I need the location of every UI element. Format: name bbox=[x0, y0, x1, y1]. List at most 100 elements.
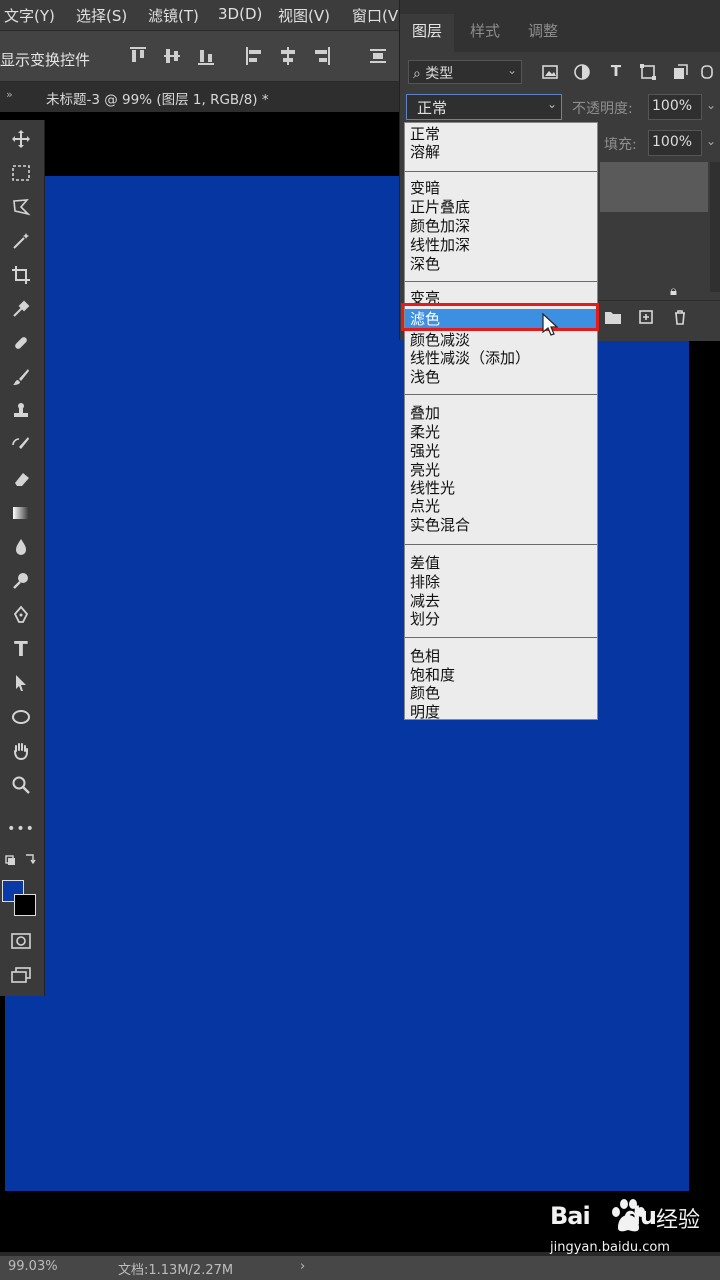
blend-option-hard-mix[interactable]: 实色混合 bbox=[410, 516, 470, 534]
quick-mask-icon[interactable] bbox=[4, 926, 38, 956]
shape-icon[interactable] bbox=[638, 62, 658, 82]
chevron-down-icon[interactable]: ⌄ bbox=[706, 134, 716, 148]
blend-option-subtract[interactable]: 减去 bbox=[410, 592, 440, 610]
layer-filter-select[interactable]: ⌕ 类型 ⌄ bbox=[408, 60, 522, 84]
align-right-icon[interactable] bbox=[312, 45, 332, 67]
swap-colors-icon[interactable] bbox=[4, 850, 38, 870]
lasso-tool-icon[interactable] bbox=[4, 192, 38, 222]
zoom-tool-icon[interactable] bbox=[4, 770, 38, 800]
magic-wand-tool-icon[interactable] bbox=[4, 226, 38, 256]
eyedropper-tool-icon[interactable] bbox=[4, 294, 38, 324]
chevron-down-icon: ⌄ bbox=[506, 63, 517, 77]
type-tool-icon[interactable]: T bbox=[4, 634, 38, 664]
tab-adjustments[interactable]: 调整 bbox=[516, 14, 570, 52]
blend-option-normal[interactable]: 正常 bbox=[410, 125, 440, 143]
align-left-icon[interactable] bbox=[244, 45, 264, 67]
show-transform-controls-label[interactable]: 显示变换控件 bbox=[0, 49, 90, 70]
menu-text[interactable]: 文字(Y) bbox=[4, 5, 55, 26]
align-bottom-icon[interactable] bbox=[196, 45, 216, 67]
blend-option-vivid-light[interactable]: 亮光 bbox=[410, 461, 440, 479]
chevron-down-icon[interactable]: ⌄ bbox=[706, 98, 716, 112]
menu-filter[interactable]: 滤镜(T) bbox=[148, 5, 199, 26]
adjust-icon[interactable] bbox=[572, 62, 592, 82]
trash-icon[interactable] bbox=[672, 309, 688, 325]
clone-stamp-tool-icon[interactable] bbox=[4, 396, 38, 426]
blend-option-dissolve[interactable]: 溶解 bbox=[410, 143, 440, 161]
ellipse-tool-icon[interactable] bbox=[4, 702, 38, 732]
opacity-input[interactable]: 100% bbox=[648, 94, 702, 120]
blend-option-darken[interactable]: 变暗 bbox=[410, 179, 440, 197]
blend-mode-dropdown: 正常 溶解 变暗 正片叠底 颜色加深 线性加深 深色 变亮 滤色 颜色减淡 线性… bbox=[404, 122, 598, 721]
opacity-label: 不透明度: bbox=[572, 101, 633, 117]
blend-option-luminosity[interactable]: 明度 bbox=[410, 703, 440, 721]
blend-option-hue[interactable]: 色相 bbox=[410, 647, 440, 665]
tab-layers[interactable]: 图层 bbox=[400, 14, 455, 52]
type-icon[interactable]: T bbox=[606, 62, 626, 82]
gradient-tool-icon[interactable] bbox=[4, 498, 38, 528]
image-icon[interactable] bbox=[540, 62, 560, 82]
smart-object-icon[interactable] bbox=[670, 62, 690, 82]
blend-option-color-burn[interactable]: 颜色加深 bbox=[410, 217, 470, 235]
align-top-icon[interactable] bbox=[128, 45, 148, 67]
fill-label: 填充: bbox=[604, 137, 637, 153]
tab-styles[interactable]: 样式 bbox=[458, 14, 512, 52]
document-size-info: 文档:1.13M/2.27M bbox=[118, 1263, 234, 1278]
chevron-down-icon: ⌄ bbox=[546, 97, 557, 111]
menu-view[interactable]: 视图(V) bbox=[278, 5, 330, 26]
align-hcenter-icon[interactable] bbox=[278, 45, 298, 67]
healing-brush-tool-icon[interactable] bbox=[4, 328, 38, 358]
marquee-tool-icon[interactable] bbox=[4, 158, 38, 188]
zoom-level[interactable]: 99.03% bbox=[8, 1259, 58, 1274]
hand-tool-icon[interactable] bbox=[4, 736, 38, 766]
filter-label: 类型 bbox=[425, 66, 454, 82]
status-arrow-icon[interactable]: › bbox=[300, 1259, 305, 1274]
blend-option-linear-light[interactable]: 线性光 bbox=[410, 479, 455, 497]
blur-tool-icon[interactable] bbox=[4, 532, 38, 562]
background-color-swatch[interactable] bbox=[14, 894, 36, 916]
move-tool-icon[interactable] bbox=[4, 124, 38, 154]
blend-option-hard-light[interactable]: 强光 bbox=[410, 442, 440, 460]
brush-tool-icon[interactable] bbox=[4, 362, 38, 392]
separator bbox=[405, 544, 597, 545]
screen-mode-icon[interactable] bbox=[4, 960, 38, 990]
more-tools-icon[interactable]: ••• bbox=[4, 814, 38, 844]
blend-option-divide[interactable]: 划分 bbox=[410, 610, 440, 628]
panel-scrollbar[interactable] bbox=[710, 162, 720, 292]
blend-mode-select[interactable]: 正常 ⌄ bbox=[406, 94, 562, 120]
blend-option-color-dodge[interactable]: 颜色减淡 bbox=[410, 331, 470, 349]
blend-option-darker-color[interactable]: 深色 bbox=[410, 255, 440, 273]
pen-tool-icon[interactable] bbox=[4, 600, 38, 630]
blend-option-difference[interactable]: 差值 bbox=[410, 554, 440, 572]
blend-option-linear-burn[interactable]: 线性加深 bbox=[410, 236, 470, 254]
crop-tool-icon[interactable] bbox=[4, 260, 38, 290]
blend-option-lighter-color[interactable]: 浅色 bbox=[410, 368, 440, 386]
paw-icon bbox=[612, 1199, 645, 1232]
menu-3d[interactable]: 3D(D) bbox=[218, 5, 262, 23]
new-layer-icon[interactable] bbox=[638, 309, 654, 325]
path-selection-tool-icon[interactable] bbox=[4, 668, 38, 698]
blend-option-color[interactable]: 颜色 bbox=[410, 684, 440, 702]
align-vcenter-icon[interactable] bbox=[162, 45, 182, 67]
history-brush-tool-icon[interactable] bbox=[4, 430, 38, 460]
annotation-highlight-box bbox=[401, 303, 599, 331]
layer-row[interactable] bbox=[600, 162, 708, 212]
blend-option-pin-light[interactable]: 点光 bbox=[410, 497, 440, 515]
eraser-tool-icon[interactable] bbox=[4, 464, 38, 494]
fill-input[interactable]: 100% bbox=[648, 130, 702, 156]
watermark-text: 经验 bbox=[656, 1208, 701, 1233]
blend-option-soft-light[interactable]: 柔光 bbox=[410, 423, 440, 441]
blend-option-saturation[interactable]: 饱和度 bbox=[410, 666, 455, 684]
folder-icon[interactable] bbox=[604, 309, 622, 325]
panel-footer bbox=[596, 300, 720, 341]
dodge-tool-icon[interactable] bbox=[4, 566, 38, 596]
distribute-icon[interactable] bbox=[368, 45, 388, 67]
blend-option-linear-dodge[interactable]: 线性减淡（添加） bbox=[410, 349, 530, 367]
blend-option-multiply[interactable]: 正片叠底 bbox=[410, 198, 470, 216]
document-tab[interactable]: 未标题-3 @ 99% (图层 1, RGB/8) * bbox=[46, 88, 269, 108]
menu-select[interactable]: 选择(S) bbox=[76, 5, 127, 26]
blend-option-overlay[interactable]: 叠加 bbox=[410, 404, 440, 422]
filter-toggle-icon[interactable] bbox=[700, 62, 714, 82]
menu-window[interactable]: 窗口(V bbox=[352, 5, 398, 26]
panel-expand-arrows[interactable]: » bbox=[6, 88, 13, 101]
blend-option-exclusion[interactable]: 排除 bbox=[410, 573, 440, 591]
